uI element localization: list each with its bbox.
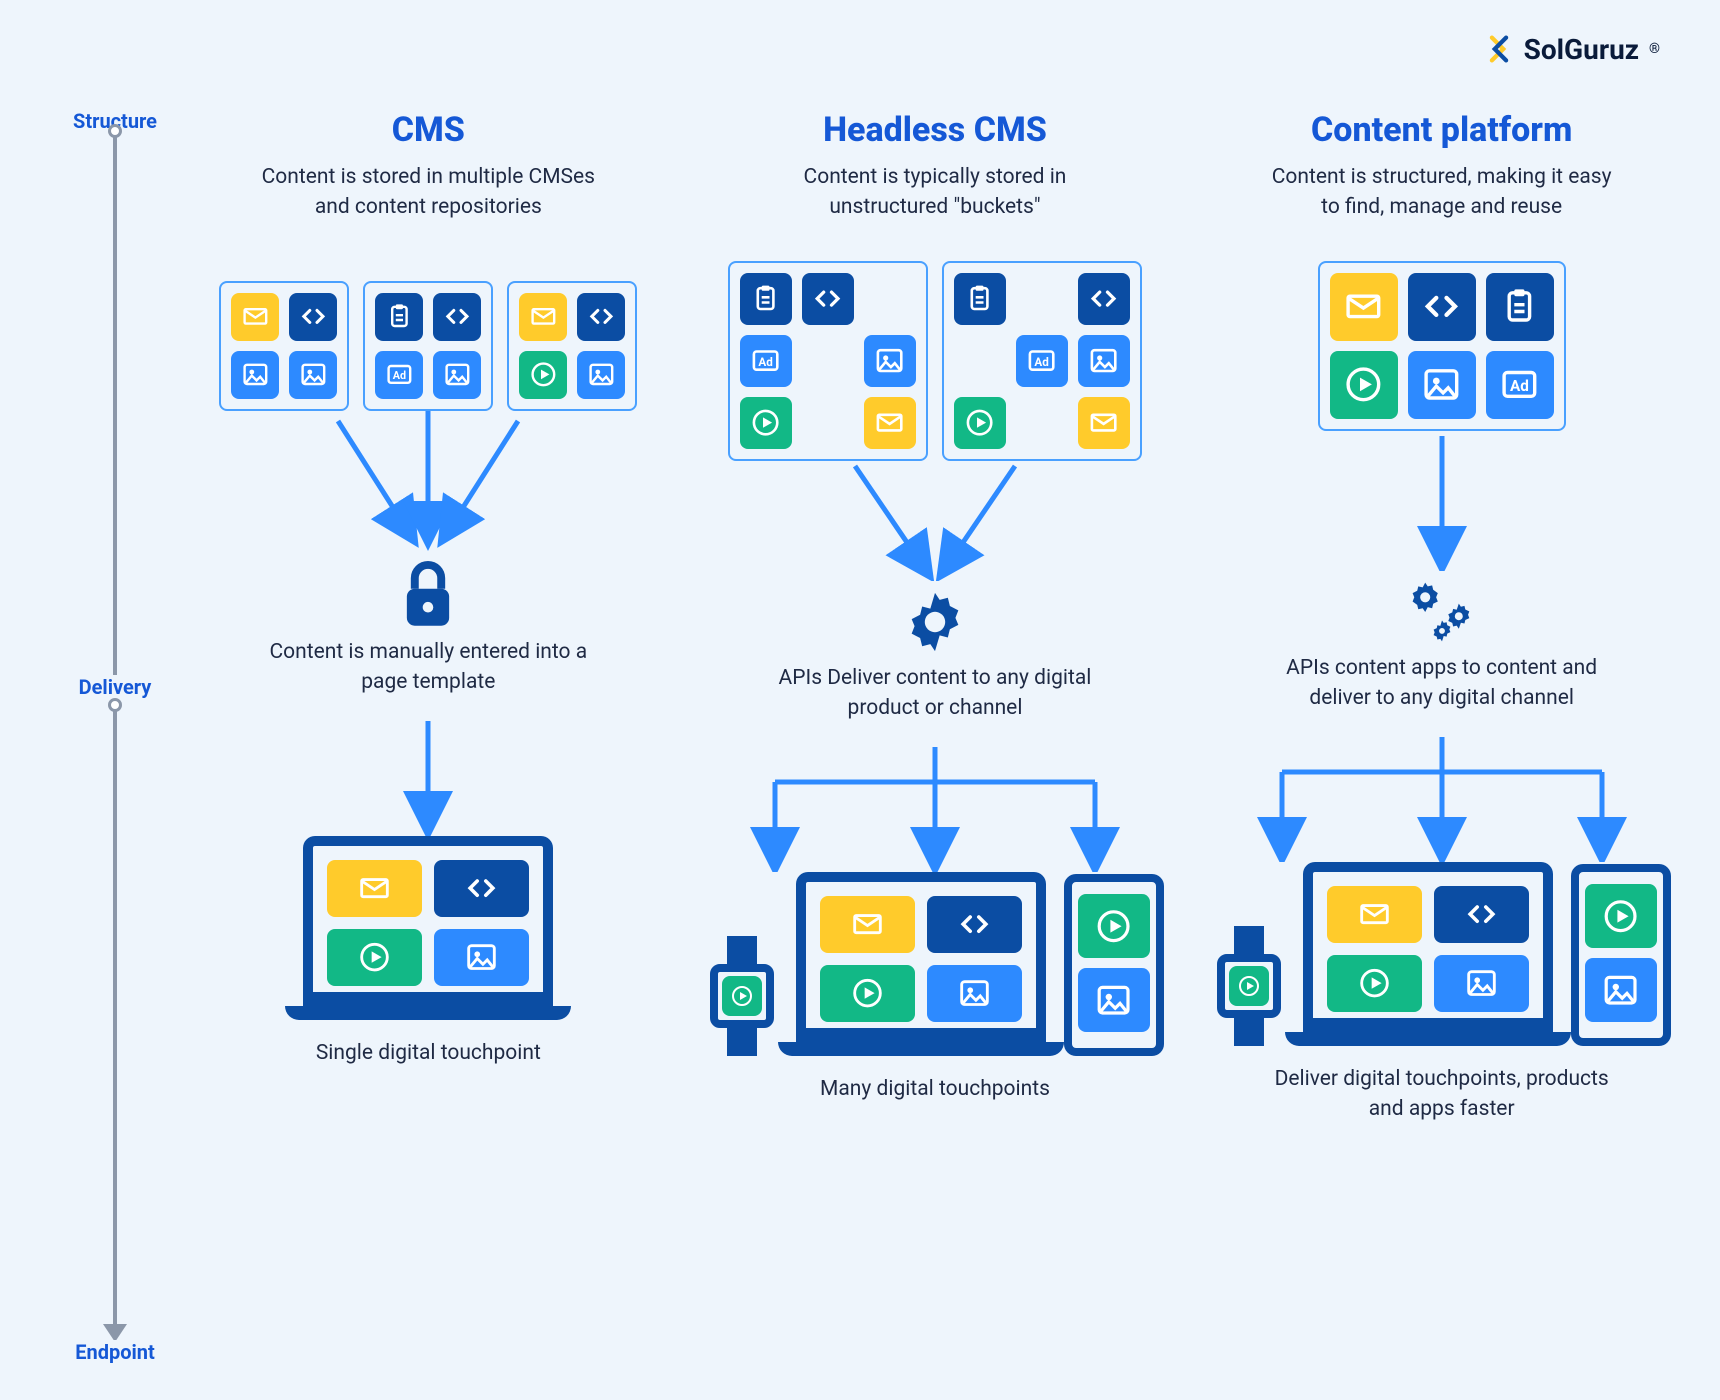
brand-name: SolGuruz bbox=[1524, 33, 1639, 66]
code-icon bbox=[577, 293, 625, 341]
play-icon bbox=[722, 976, 762, 1016]
image-icon bbox=[1078, 335, 1130, 387]
structure-description: Content is stored in multiple CMSes and … bbox=[248, 162, 608, 223]
image-icon bbox=[434, 929, 529, 986]
image-icon bbox=[289, 351, 337, 399]
endpoint-devices bbox=[303, 836, 553, 1020]
arrows-branch-icon bbox=[1203, 732, 1680, 862]
endpoint-description: Deliver digital touchpoints, products an… bbox=[1262, 1064, 1622, 1125]
structured-box bbox=[1318, 261, 1566, 431]
laptop-device bbox=[303, 836, 553, 1020]
image-icon bbox=[1408, 351, 1476, 419]
code-icon bbox=[927, 896, 1022, 953]
clipboard-icon bbox=[375, 293, 423, 341]
play-icon bbox=[954, 397, 1006, 449]
column-content-platform: Content platform Content is structured, … bbox=[1203, 110, 1680, 1360]
repository-box bbox=[219, 281, 349, 411]
structure-description: Content is typically stored in unstructu… bbox=[755, 162, 1115, 223]
column-cms: CMS Content is stored in multiple CMSes … bbox=[190, 110, 667, 1360]
play-icon bbox=[1330, 351, 1398, 419]
delivery-description: APIs Deliver content to any digital prod… bbox=[755, 663, 1115, 724]
endpoint-devices bbox=[706, 872, 1164, 1056]
ad-icon bbox=[1016, 335, 1068, 387]
mail-icon bbox=[519, 293, 567, 341]
repository-box bbox=[507, 281, 637, 411]
play-icon bbox=[519, 351, 567, 399]
code-icon bbox=[802, 273, 854, 325]
structure-description: Content is structured, making it easy to… bbox=[1262, 162, 1622, 223]
mail-icon bbox=[1327, 886, 1422, 943]
play-icon bbox=[1229, 966, 1269, 1006]
column-title: Content platform bbox=[1311, 110, 1572, 150]
image-icon bbox=[1434, 955, 1529, 1012]
image-icon bbox=[231, 351, 279, 399]
column-title: CMS bbox=[392, 110, 465, 150]
gear-icon bbox=[900, 587, 970, 657]
play-icon bbox=[1585, 884, 1657, 948]
gears-icon bbox=[1400, 577, 1484, 647]
bucket-box bbox=[942, 261, 1142, 461]
play-icon bbox=[740, 397, 792, 449]
image-icon bbox=[927, 965, 1022, 1022]
ad-icon bbox=[1486, 351, 1554, 419]
play-icon bbox=[1327, 955, 1422, 1012]
headless-buckets bbox=[728, 261, 1142, 461]
laptop-device bbox=[796, 872, 1046, 1056]
clipboard-icon bbox=[740, 273, 792, 325]
arrows-branch-icon bbox=[697, 742, 1174, 872]
cms-repositories bbox=[219, 241, 637, 411]
lock-icon bbox=[396, 557, 460, 631]
code-icon bbox=[289, 293, 337, 341]
content-platform-store bbox=[1318, 261, 1566, 431]
arrows-converge-icon bbox=[697, 461, 1174, 581]
mail-icon bbox=[1078, 397, 1130, 449]
bucket-box bbox=[728, 261, 928, 461]
mail-icon bbox=[231, 293, 279, 341]
image-icon bbox=[864, 335, 916, 387]
code-icon bbox=[1408, 273, 1476, 341]
column-title: Headless CMS bbox=[823, 110, 1047, 150]
image-icon bbox=[1585, 958, 1657, 1022]
timeline-axis: Structure Delivery Endpoint bbox=[60, 115, 170, 1360]
image-icon bbox=[577, 351, 625, 399]
brand-mark-icon bbox=[1482, 32, 1516, 66]
clipboard-icon bbox=[1486, 273, 1554, 341]
tablet-device bbox=[1571, 864, 1671, 1046]
arrow-down-icon bbox=[1203, 431, 1680, 571]
endpoint-devices bbox=[1213, 862, 1671, 1046]
brand-registered: ® bbox=[1649, 41, 1660, 57]
tablet-device bbox=[1064, 874, 1164, 1056]
ad-icon bbox=[375, 351, 423, 399]
smartwatch-device bbox=[706, 936, 778, 1056]
laptop-device bbox=[1303, 862, 1553, 1046]
play-icon bbox=[327, 929, 422, 986]
arrows-converge-icon bbox=[190, 411, 667, 551]
code-icon bbox=[433, 293, 481, 341]
mail-icon bbox=[820, 896, 915, 953]
endpoint-description: Single digital touchpoint bbox=[316, 1038, 541, 1068]
mail-icon bbox=[327, 860, 422, 917]
code-icon bbox=[434, 860, 529, 917]
arrow-down-icon bbox=[190, 716, 667, 836]
play-icon bbox=[1078, 894, 1150, 958]
play-icon bbox=[820, 965, 915, 1022]
column-headless-cms: Headless CMS Content is typically stored… bbox=[697, 110, 1174, 1360]
timeline-label-endpoint: Endpoint bbox=[71, 1340, 159, 1364]
ad-icon bbox=[740, 335, 792, 387]
image-icon bbox=[433, 351, 481, 399]
brand-logo: SolGuruz ® bbox=[1482, 32, 1660, 66]
repository-box bbox=[363, 281, 493, 411]
clipboard-icon bbox=[954, 273, 1006, 325]
code-icon bbox=[1434, 886, 1529, 943]
mail-icon bbox=[1330, 273, 1398, 341]
code-icon bbox=[1078, 273, 1130, 325]
image-icon bbox=[1078, 968, 1150, 1032]
delivery-description: APIs content apps to content and deliver… bbox=[1262, 653, 1622, 714]
delivery-description: Content is manually entered into a page … bbox=[248, 637, 608, 698]
mail-icon bbox=[864, 397, 916, 449]
smartwatch-device bbox=[1213, 926, 1285, 1046]
endpoint-description: Many digital touchpoints bbox=[820, 1074, 1050, 1104]
timeline-label-delivery: Delivery bbox=[75, 675, 156, 699]
